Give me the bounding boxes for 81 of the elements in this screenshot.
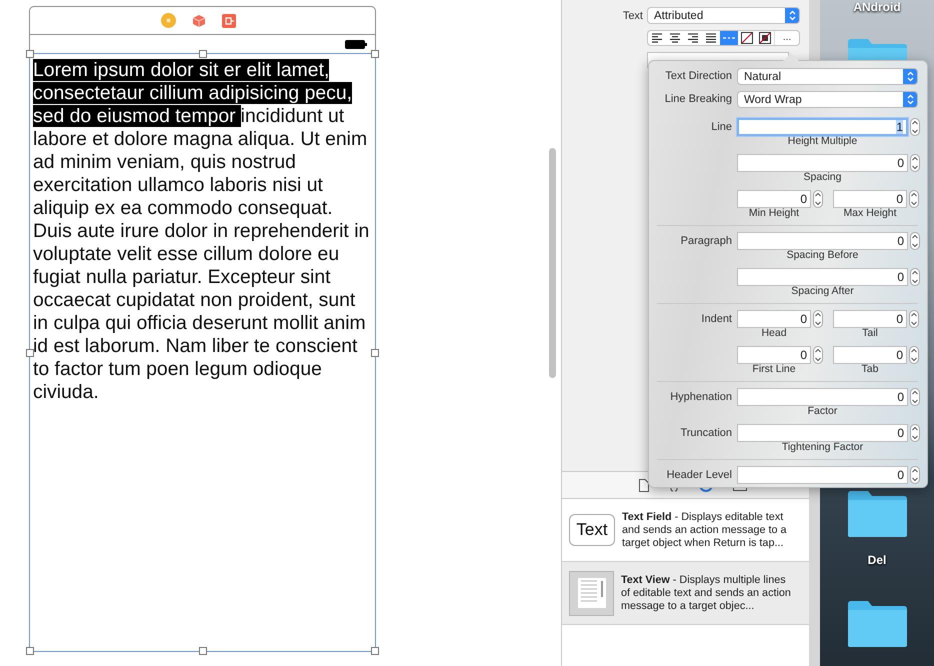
folder-icon[interactable] [846,490,908,538]
field-caption: Height Multiple [788,136,858,147]
resize-handle[interactable] [26,647,34,655]
stepper[interactable] [910,424,920,442]
scrollbar-thumb[interactable] [549,148,556,378]
text-view-thumbnail [569,570,614,616]
folder-label: ANdroid [853,0,901,14]
field-label: Header Level [666,468,732,483]
stepper[interactable] [910,388,920,406]
number-field[interactable]: 0 [737,346,811,364]
field-caption: Head [761,328,788,339]
chevron-icon [906,94,914,105]
number-field[interactable]: 0 [737,232,908,250]
cube-icon[interactable] [192,14,206,28]
stepper[interactable] [910,232,920,250]
stepper[interactable] [909,310,919,328]
field-caption: Tab [862,364,880,375]
number-field[interactable]: 0 [737,154,908,172]
chevron-icon [788,10,796,21]
no-color-swatch-icon[interactable] [741,32,753,44]
field-caption: Factor [808,406,838,417]
folder-label: Del [868,553,886,567]
field-label: Truncation [679,426,732,441]
popup-button[interactable]: Natural [737,68,918,85]
chevron-icon [906,71,914,82]
number-field[interactable]: 0 [737,268,908,286]
field-caption: Min Height [748,208,800,219]
field-label: Line [710,120,732,135]
library-item[interactable]: Text View - Displays multiple lines of editable text and sends an action message to a target objec... [562,562,809,625]
natural-alignment-icon[interactable] [720,31,738,45]
resize-handle[interactable] [26,348,34,356]
number-field[interactable]: 0 [737,424,908,442]
field-caption: Spacing Before [786,250,860,261]
text-view[interactable] [29,53,376,652]
resize-handle[interactable] [26,50,34,58]
resize-handle[interactable] [371,647,379,655]
resize-handle[interactable] [198,50,206,58]
field-label: Text Direction [664,69,732,84]
number-field[interactable]: 0 [737,190,811,208]
resize-handle[interactable] [371,50,379,58]
battery-icon [345,40,367,48]
popup-button[interactable]: Word Wrap [737,91,918,108]
stepper[interactable] [910,268,920,286]
number-field[interactable]: 1 [737,118,908,136]
item-description: Text Field - Displays editable text and sends an action message to a target object when Return is tap... [622,510,788,550]
stepper[interactable] [813,310,823,328]
document-icon[interactable] [639,478,649,492]
field-caption: Tail [862,328,879,339]
stepper[interactable] [910,118,920,136]
number-field[interactable]: 0 [833,310,907,328]
popup-button[interactable]: Attributed [647,7,800,24]
field-caption: Max Height [843,208,898,219]
stepper[interactable] [910,466,920,484]
field-caption: Spacing [804,172,842,183]
resize-handle[interactable] [371,348,379,356]
color-swatch-icon[interactable] [759,32,771,44]
field-label: Indent [700,312,732,327]
stepper[interactable] [909,190,919,208]
number-field[interactable]: 0 [833,190,907,208]
folder-icon[interactable] [846,600,908,648]
body-text: Lorem ipsum dolor sit er elit lamet, consectetaur cillium adipisicing pecu, sed do eiusmod tempor incididunt ut labore et dolore magna aliqua. Ut enim ad minim veniam, quis nostrud exercitation ullamco laboris nisi ut aliquip ex ea commodo consequat. Duis aute irure dolor in reprehenderit in voluptate velit esse cillum dolore eu fugiat nulla pariatur. Excepteur sint occaecat cupidatat non proident, sunt in culpa qui officia deserunt mollit anim id est laborum. Nam liber te conscient to factor tum poen legum odioque civiuda. [33,59,370,404]
field-caption: Tightening Factor [782,442,864,453]
number-field[interactable]: 0 [737,388,908,406]
number-field[interactable]: 0 [737,466,908,484]
field-caption: Spacing After [791,286,855,297]
exit-icon[interactable] [222,14,236,28]
item-description: Text View - Displays multiple lines of editable text and sends an action message to a target objec... [621,574,791,612]
resize-handle[interactable] [198,647,206,655]
stepper[interactable] [910,154,920,172]
more-options-button[interactable]: ... [774,31,799,45]
number-field[interactable]: 0 [737,310,811,328]
field-label: Line Breaking [664,92,732,107]
stepper[interactable] [909,346,919,364]
field-label: Paragraph [680,234,732,249]
text-label: Text [622,10,643,22]
number-field[interactable]: 0 [833,346,907,364]
stepper[interactable] [813,190,823,208]
text-field-thumbnail: Text [569,514,615,546]
field-caption: First Line [752,364,797,375]
stepper[interactable] [813,346,823,364]
field-label: Hyphenation [669,390,732,405]
